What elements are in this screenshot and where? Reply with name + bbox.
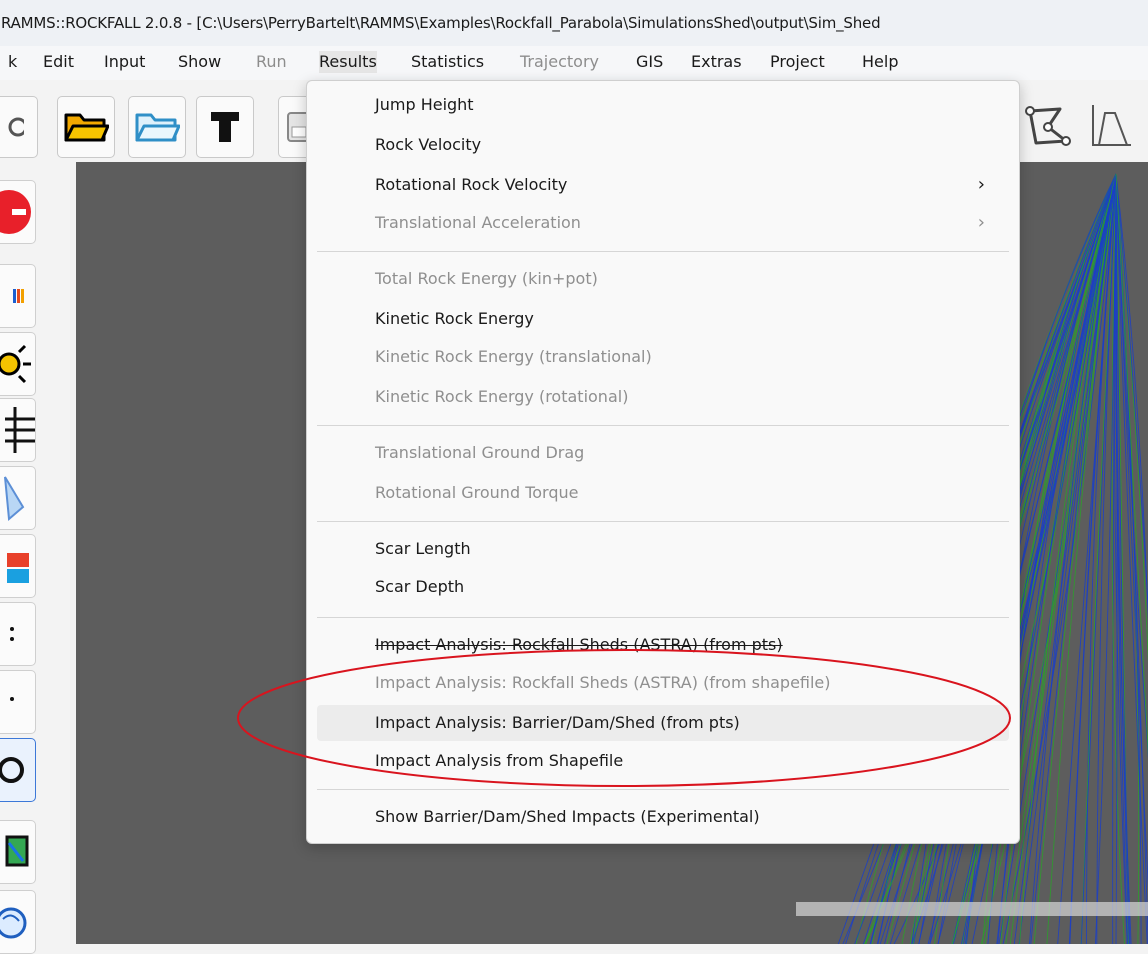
open-folder-button[interactable] [128, 96, 186, 158]
profile-plot-icon [1092, 105, 1131, 146]
menu-item-kinetic-rock-energy[interactable]: Kinetic Rock Energy [317, 301, 1009, 337]
menu-bar: k Edit Input Show Run Results Statistics… [0, 46, 1148, 80]
sun-icon [0, 344, 31, 384]
menu-item-impact-barrier-pts[interactable]: Impact Analysis: Barrier/Dam/Shed (from … [317, 705, 1009, 741]
menu-item-kinetic-energy-rotational[interactable]: Kinetic Rock Energy (rotational) [317, 379, 1009, 415]
open-folder-icon [64, 113, 109, 142]
shape-icon [4, 476, 25, 522]
sidebar-button-map[interactable] [0, 820, 36, 884]
layers-icon [7, 553, 29, 583]
menu-trajectory[interactable]: Trajectory [520, 51, 599, 73]
menu-item-total-rock-energy[interactable]: Total Rock Energy (kin+pot) [317, 261, 1009, 297]
menu-file[interactable]: k [8, 51, 17, 73]
menu-separator [317, 617, 1009, 618]
text-tool-button[interactable] [196, 96, 254, 158]
red-record-icon [0, 190, 31, 234]
sidebar-button-dots[interactable] [0, 602, 36, 666]
menu-item-impact-astra-shapefile[interactable]: Impact Analysis: Rockfall Sheds (ASTRA) … [317, 665, 1009, 701]
sidebar-button-colorbars[interactable] [0, 264, 36, 328]
sidebar-button-grid[interactable] [0, 398, 36, 462]
settings-gear-icon [8, 117, 24, 137]
menu-item-translational-ground-drag[interactable]: Translational Ground Drag [317, 435, 1009, 471]
polyline-tool-button[interactable] [1018, 96, 1078, 156]
chevron-right-icon: › [977, 212, 985, 233]
sidebar-button-globe[interactable] [0, 890, 36, 954]
menu-item-impact-shapefile[interactable]: Impact Analysis from Shapefile [317, 743, 1009, 779]
menu-help[interactable]: Help [862, 51, 898, 73]
text-tool-icon [211, 112, 239, 142]
menu-separator [317, 789, 1009, 790]
polyline-tool-icon [1025, 106, 1071, 146]
sidebar-button-dot[interactable] [0, 670, 36, 734]
menu-results[interactable]: Results [319, 51, 377, 73]
left-sidebar [0, 162, 40, 954]
menu-show[interactable]: Show [178, 51, 221, 73]
menu-extras[interactable]: Extras [691, 51, 742, 73]
open-folder-outline-icon [135, 113, 180, 142]
color-bars-icon [13, 289, 24, 303]
menu-project[interactable]: Project [770, 51, 825, 73]
sidebar-button-layers[interactable] [0, 534, 36, 598]
settings-gear-button[interactable] [0, 96, 38, 158]
dot-icon [10, 697, 14, 701]
menu-item-translational-acceleration[interactable]: Translational Acceleration › [317, 205, 1009, 241]
menu-item-show-barrier-impacts[interactable]: Show Barrier/Dam/Shed Impacts (Experimen… [317, 799, 1009, 835]
results-dropdown-menu: Jump Height Rock Velocity Rotational Roc… [306, 80, 1020, 844]
menu-run[interactable]: Run [256, 51, 287, 73]
dots-icon [10, 627, 14, 641]
window-title: RAMMS::ROCKFALL 2.0.8 - [C:\Users\PerryB… [1, 14, 881, 32]
sidebar-button-sun[interactable] [0, 332, 36, 396]
pin-icon [0, 757, 24, 783]
menu-edit[interactable]: Edit [43, 51, 74, 73]
menu-item-kinetic-energy-translational[interactable]: Kinetic Rock Energy (translational) [317, 339, 1009, 375]
menu-item-scar-length[interactable]: Scar Length [317, 531, 1009, 567]
chevron-right-icon: › [977, 174, 985, 195]
sidebar-button-record[interactable] [0, 180, 36, 244]
menu-item-impact-astra-pts[interactable]: Impact Analysis: Rockfall Sheds (ASTRA) … [317, 627, 1009, 663]
open-project-button[interactable] [57, 96, 115, 158]
menu-separator [317, 521, 1009, 522]
menu-item-scar-depth[interactable]: Scar Depth [317, 569, 1009, 605]
menu-separator [317, 251, 1009, 252]
grid-lines-icon [5, 407, 35, 453]
sidebar-button-pin[interactable] [0, 738, 36, 802]
menu-statistics[interactable]: Statistics [411, 51, 484, 73]
menu-item-rotational-rock-velocity[interactable]: Rotational Rock Velocity › [317, 167, 1009, 203]
sidebar-button-shape[interactable] [0, 466, 36, 530]
menu-separator [317, 425, 1009, 426]
menu-item-rotational-ground-torque[interactable]: Rotational Ground Torque [317, 475, 1009, 511]
map-icon [5, 835, 29, 867]
menu-item-rock-velocity[interactable]: Rock Velocity [317, 127, 1009, 163]
menu-item-jump-height[interactable]: Jump Height [317, 87, 1009, 123]
profile-plot-button[interactable] [1082, 96, 1142, 156]
shed-structure [796, 902, 1148, 916]
menu-input[interactable]: Input [104, 51, 145, 73]
window-title-bar: RAMMS::ROCKFALL 2.0.8 - [C:\Users\PerryB… [0, 0, 1148, 46]
menu-gis[interactable]: GIS [636, 51, 663, 73]
